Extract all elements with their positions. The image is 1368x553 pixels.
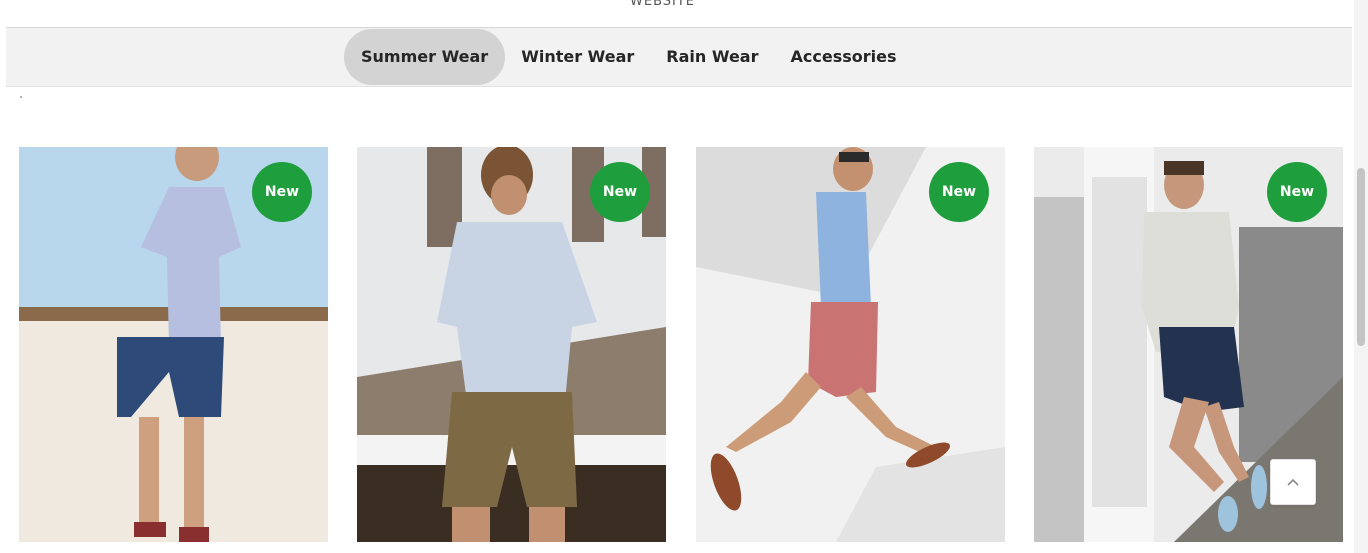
tab-rain-wear[interactable]: Rain Wear [650,29,774,85]
scrollbar-thumb[interactable] [1357,168,1365,346]
tab-summer-wear[interactable]: Summer Wear [344,29,506,85]
product-card[interactable]: New [357,147,666,542]
page-title-partial: WEBSITE [630,0,695,9]
back-to-top-button[interactable] [1270,459,1316,505]
page-scrollbar[interactable] [1354,0,1368,553]
product-card[interactable]: New [696,147,1005,542]
chevron-up-icon [1287,478,1299,486]
divider-dot [20,96,22,98]
tab-accessories[interactable]: Accessories [774,29,912,85]
new-badge: New [590,162,650,222]
tab-winter-wear[interactable]: Winter Wear [505,29,650,85]
category-tabs: Summer Wear Winter Wear Rain Wear Access… [344,28,912,86]
new-badge: New [1267,162,1327,222]
category-tab-bar: Summer Wear Winter Wear Rain Wear Access… [6,27,1352,87]
product-card[interactable]: New [19,147,328,542]
new-badge: New [252,162,312,222]
new-badge: New [929,162,989,222]
